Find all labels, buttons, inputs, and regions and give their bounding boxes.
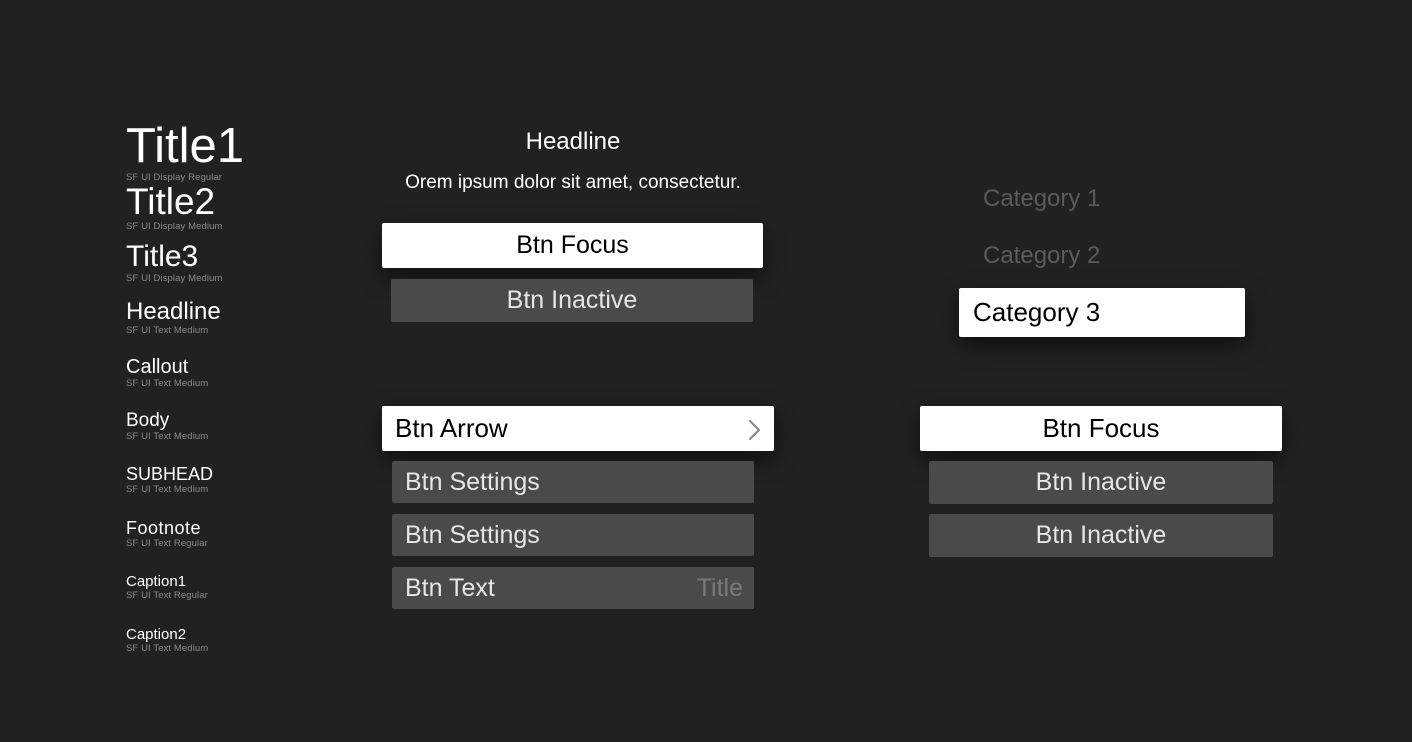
specimen-callout-font: SF UI Text Medium <box>126 378 209 389</box>
specimen-callout-label: Callout <box>126 356 189 378</box>
btn-text[interactable]: Btn Text Title <box>392 567 754 609</box>
specimen-footnote-font: SF UI Text Regular <box>126 538 208 549</box>
specimen-title3-label: Title3 <box>126 240 199 273</box>
specimen-footnote: Footnote SF UI Text Regular <box>126 519 208 549</box>
btn-settings-1[interactable]: Btn Settings <box>392 461 754 503</box>
category-item-3-selected[interactable]: Category 3 <box>959 288 1245 337</box>
specimen-body-font: SF UI Text Medium <box>126 431 209 442</box>
category-item-1[interactable]: Category 1 <box>983 185 1100 213</box>
alert-inactive-button[interactable]: Btn Inactive <box>391 279 753 322</box>
action-focus-button[interactable]: Btn Focus <box>920 406 1282 451</box>
specimen-caption2: Caption2 SF UI Text Medium <box>126 627 208 654</box>
action-inactive-button-2-label: Btn Inactive <box>1035 521 1167 549</box>
specimen-title1: Title1 SF UI Display Regular <box>126 122 244 183</box>
category-item-3-label: Category 3 <box>973 297 1101 327</box>
specimen-subhead-label: SUBHEAD <box>126 464 214 484</box>
specimen-title3-font: SF UI Display Medium <box>126 273 223 284</box>
btn-arrow[interactable]: Btn Arrow <box>382 406 774 451</box>
specimen-title2-label: Title2 <box>126 181 216 222</box>
category-item-2[interactable]: Category 2 <box>983 242 1100 270</box>
alert-inactive-button-label: Btn Inactive <box>506 286 638 314</box>
action-inactive-button-1[interactable]: Btn Inactive <box>929 461 1273 504</box>
specimen-body: Body SF UI Text Medium <box>126 411 208 442</box>
specimen-caption1: Caption1 SF UI Text Regular <box>126 574 208 601</box>
specimen-title2: Title2 SF UI Display Medium <box>126 183 223 232</box>
specimen-title3: Title3 SF UI Display Medium <box>126 242 223 284</box>
action-inactive-button-2[interactable]: Btn Inactive <box>929 514 1273 557</box>
btn-arrow-label: Btn Arrow <box>395 413 508 443</box>
specimen-footnote-label: Footnote <box>126 518 202 538</box>
alert-body: Orem ipsum dolor sit amet, consectetur. <box>405 172 741 193</box>
action-focus-button-label: Btn Focus <box>1042 413 1160 443</box>
action-inactive-button-1-label: Btn Inactive <box>1035 468 1167 496</box>
btn-text-value: Title <box>696 573 743 602</box>
btn-settings-2[interactable]: Btn Settings <box>392 514 754 556</box>
specimen-headline: Headline SF UI Text Medium <box>126 300 221 336</box>
alert-focus-button-label: Btn Focus <box>516 231 629 259</box>
specimen-caption1-label: Caption1 <box>126 573 187 590</box>
specimen-headline-label: Headline <box>126 298 221 325</box>
btn-text-label: Btn Text <box>405 573 495 602</box>
specimen-title1-label: Title1 <box>126 119 245 173</box>
specimen-headline-font: SF UI Text Medium <box>126 325 209 336</box>
alert-headline: Headline <box>525 128 621 155</box>
specimen-title2-font: SF UI Display Medium <box>126 221 223 232</box>
alert-focus-button[interactable]: Btn Focus <box>382 223 763 268</box>
specimen-caption1-font: SF UI Text Regular <box>126 590 208 601</box>
specimen-callout: Callout SF UI Text Medium <box>126 357 208 389</box>
specimen-caption2-label: Caption2 <box>126 626 187 643</box>
btn-settings-1-label: Btn Settings <box>405 467 540 496</box>
btn-settings-2-label: Btn Settings <box>405 520 540 549</box>
specimen-subhead-font: SF UI Text Medium <box>126 484 209 495</box>
specimen-caption2-font: SF UI Text Medium <box>126 643 209 654</box>
specimen-subhead: SUBHEAD SF UI Text Medium <box>126 465 213 495</box>
chevron-right-icon <box>747 417 761 441</box>
specimen-body-label: Body <box>126 410 170 431</box>
